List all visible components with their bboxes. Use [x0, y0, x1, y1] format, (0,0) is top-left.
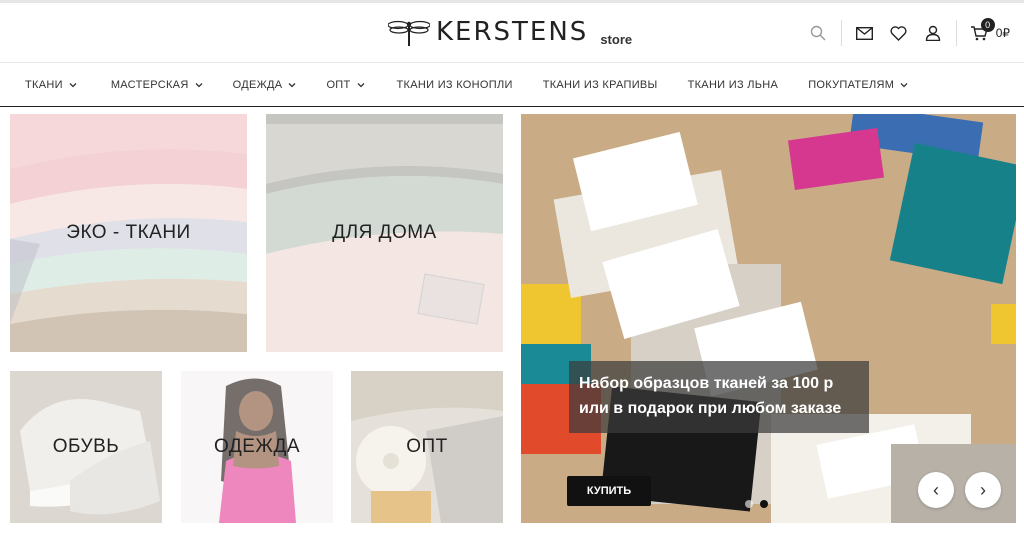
mail-icon[interactable]	[848, 16, 882, 50]
nav-item-customers[interactable]: ПОКУПАТЕЛЯМ	[808, 79, 908, 91]
chevron-down-icon	[195, 82, 203, 87]
nav-item-label: ОПТ	[326, 78, 351, 91]
chevron-down-icon	[288, 82, 296, 87]
heart-icon[interactable]	[882, 16, 916, 50]
slider-dot-active[interactable]	[760, 500, 768, 508]
brand-name: KERSTENS	[436, 17, 589, 47]
divider	[955, 20, 957, 46]
tile-label: ОПТ	[406, 436, 448, 457]
search-icon[interactable]	[801, 16, 835, 50]
slider-dots	[745, 500, 768, 508]
slider-next-button[interactable]: ›	[965, 472, 1001, 508]
cart-total: 0₽	[995, 26, 1010, 40]
divider	[840, 20, 842, 46]
tile-label: ЭКО - ТКАНИ	[66, 222, 191, 243]
promo-line-2: или в подарок при любом заказе	[579, 400, 842, 417]
nav-item-fabrics[interactable]: ТКАНИ	[25, 79, 77, 91]
promo-text: Набор образцов тканей за 100 р или в под…	[569, 361, 869, 433]
category-tile-shoes[interactable]: ОБУВЬ	[10, 371, 162, 523]
nav-item-label: ТКАНИ ИЗ КРАПИВЫ	[542, 78, 658, 91]
nav-item-label: ОДЕЖДА	[232, 78, 283, 91]
dragonfly-icon	[388, 20, 430, 46]
site-header: KERSTENS store 0 0₽	[0, 3, 1024, 63]
category-tile-eco-fabrics[interactable]: ЭКО - ТКАНИ	[10, 114, 247, 352]
nav-item-clothing[interactable]: ОДЕЖДА	[233, 79, 297, 91]
tile-label: ОБУВЬ	[52, 436, 120, 457]
brand-suffix: store	[600, 32, 633, 47]
nav-item-hemp[interactable]: ТКАНИ ИЗ КОНОПЛИ	[397, 79, 513, 91]
nav-item-nettle[interactable]: ТКАНИ ИЗ КРАПИВЫ	[543, 79, 658, 91]
nav-item-workshop[interactable]: МАСТЕРСКАЯ	[111, 79, 203, 91]
nav-item-linen[interactable]: ТКАНИ ИЗ ЛЬНА	[688, 79, 779, 91]
nav-item-wholesale[interactable]: ОПТ	[326, 79, 364, 91]
category-tile-wholesale[interactable]: ОПТ	[351, 371, 503, 523]
chevron-down-icon	[357, 82, 364, 87]
promo-slider: Набор образцов тканей за 100 р или в под…	[521, 114, 1016, 523]
nav-item-label: ПОКУПАТЕЛЯМ	[808, 78, 895, 91]
fabric-samples-image	[521, 114, 1016, 523]
chevron-down-icon	[900, 82, 908, 87]
nav-item-label: ТКАНИ ИЗ КОНОПЛИ	[396, 78, 513, 91]
user-icon[interactable]	[916, 16, 950, 50]
promo-line-1: Набор образцов тканей за 100 р	[579, 375, 834, 392]
nav-item-label: ТКАНИ ИЗ ЛЬНА	[687, 78, 779, 91]
slider-dot[interactable]	[745, 500, 753, 508]
chevron-down-icon	[69, 82, 77, 87]
header-actions: 0 0₽	[801, 3, 1024, 63]
nav-item-label: МАСТЕРСКАЯ	[110, 78, 189, 91]
chevron-right-icon: ›	[980, 479, 986, 500]
cart-count-badge: 0	[980, 17, 995, 32]
category-tile-home[interactable]: ДЛЯ ДОМА	[266, 114, 503, 352]
slider-prev-button[interactable]: ‹	[918, 472, 954, 508]
logo[interactable]: KERSTENS store	[388, 17, 632, 47]
nav-item-label: ТКАНИ	[25, 78, 63, 91]
chevron-left-icon: ‹	[933, 479, 939, 500]
tile-label: ДЛЯ ДОМА	[332, 222, 437, 243]
tile-label: ОДЕЖДА	[214, 436, 300, 457]
category-tile-clothing[interactable]: ОДЕЖДА	[181, 371, 333, 523]
main-nav: ТКАНИ МАСТЕРСКАЯ ОДЕЖДА ОПТ ТКАНИ ИЗ КОН…	[0, 63, 1024, 107]
cart-button[interactable]: 0 0₽	[970, 17, 1010, 41]
buy-button[interactable]: КУПИТЬ	[567, 476, 651, 506]
